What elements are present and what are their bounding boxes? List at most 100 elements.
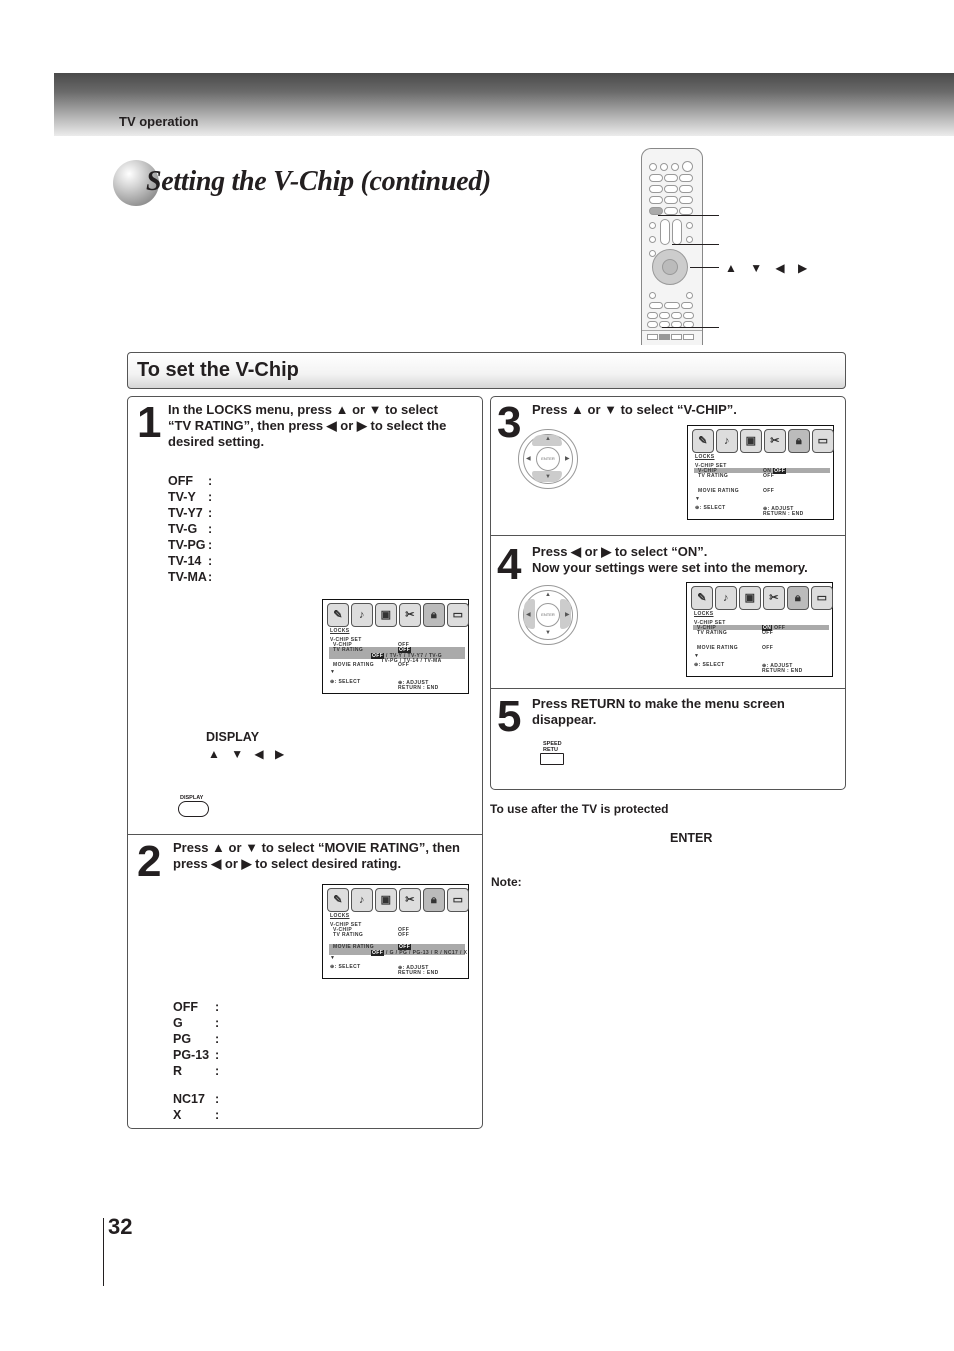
tools-icon: ✂: [399, 603, 421, 627]
step-1-number: 1: [137, 398, 162, 447]
return-key-label: SPEED RETU: [543, 741, 562, 753]
rating-row: TV-Y7:: [168, 506, 213, 520]
step-1-line-2: “TV RATING”, then press ◀ or ▶ to select…: [168, 418, 447, 433]
step-4-instruction: Press ◀ or ▶ to select “ON”. Now your se…: [532, 544, 808, 576]
step-2-line-1: Press ▲ or ▼ to select “MOVIE RATING”, t…: [173, 840, 460, 855]
callout-return-line: [662, 327, 719, 328]
lock-icon: 🔒︎: [787, 586, 809, 610]
osd-tv-rating-value: OFF: [763, 473, 775, 479]
rating-row: NC17:: [173, 1092, 220, 1106]
callout-arrows-line: [690, 267, 719, 268]
page-title: Setting the V-Chip (continued): [146, 166, 491, 197]
osd-return-hint: RETURN : END: [762, 668, 803, 674]
osd-movie-rating-label: MOVIE RATING: [333, 662, 375, 668]
step-3-instruction: Press ▲ or ▼ to select “V-CHIP”.: [532, 402, 737, 417]
rating-row: PG:: [173, 1032, 220, 1046]
tv-rating-list: OFF: TV-Y: TV-Y7: TV-G: TV-PG: TV-14: TV…: [168, 473, 212, 585]
callout-display-line: [658, 215, 719, 216]
osd-tv-rating-label: TV RATING: [333, 647, 364, 653]
osd-vchip-off-screen: ✎ ♪ ▣ ✂ 🔒︎ ▭ LOCKS V-CHIP SET V-CHIP ON OFF T…: [687, 425, 834, 520]
osd-more-icon: ▼: [330, 669, 336, 675]
audio-icon: ♪: [351, 603, 373, 627]
osd-more-icon: ▼: [694, 653, 700, 659]
osd-return-hint: RETURN : END: [763, 511, 804, 517]
setup-icon: ▣: [375, 888, 397, 912]
step-divider: [491, 535, 845, 536]
rating-row: OFF:: [168, 474, 213, 488]
step-5-line-1: Press RETURN to make the menu screen: [532, 696, 785, 711]
section-label: TV operation: [119, 114, 199, 129]
rating-row: G:: [173, 1016, 220, 1030]
picture-icon: ✎: [327, 603, 349, 627]
rating-row: TV-MA:: [168, 570, 213, 584]
osd-movie-rating-label: MOVIE RATING: [698, 488, 740, 494]
lock-icon: 🔒︎: [423, 888, 445, 912]
tape-icon: ▭: [811, 586, 833, 610]
osd-movie-rating-screen: ✎ ♪ ▣ ✂ 🔒︎ ▭ LOCKS V-CHIP SET V-CHIP OFF TV R…: [322, 884, 469, 979]
osd-movie-options: / G / PG / PG-13 / R / NC17 / X: [384, 950, 468, 956]
steps-left-panel: 1 In the LOCKS menu, press ▲ or ▼ to sel…: [127, 396, 483, 1129]
steps-right-panel: 3 Press ▲ or ▼ to select “V-CHIP”. ENTER…: [490, 396, 846, 790]
tape-icon: ▭: [812, 429, 834, 453]
osd-tv-rating-label: TV RATING: [698, 473, 729, 479]
osd-select-hint: : SELECT: [334, 679, 361, 685]
picture-icon: ✎: [692, 429, 714, 453]
note-heading: Note:: [491, 875, 522, 889]
setup-icon: ▣: [740, 429, 762, 453]
osd-more-icon: ▼: [330, 955, 336, 961]
osd-movie-rating-value: OFF: [762, 645, 774, 651]
osd-movie-rating-value: OFF: [398, 662, 410, 668]
rating-row: TV-PG:: [168, 538, 213, 552]
lock-icon: 🔒︎: [423, 603, 445, 627]
picture-icon: ✎: [327, 888, 349, 912]
setup-icon: ▣: [375, 603, 397, 627]
enter-button-label: ENTER: [536, 603, 560, 627]
step-3-number: 3: [497, 398, 522, 447]
osd-menu-icons: ✎ ♪ ▣ ✂ 🔒︎ ▭: [692, 429, 834, 453]
osd-menu-title: LOCKS: [694, 611, 714, 617]
osd-more-icon: ▼: [695, 496, 701, 502]
step-5-instruction: Press RETURN to make the menu screen dis…: [532, 696, 785, 728]
movie-rating-list: OFF: G: PG: PG-13: R: NC17: X:: [173, 999, 219, 1123]
remote-control-illustration: [641, 148, 703, 345]
osd-tv-options-2: TV-PG / TV-14 / TV-MA: [381, 658, 442, 664]
rating-row: R:: [173, 1064, 220, 1078]
section-header: To set the V-Chip: [127, 352, 846, 389]
display-button-label: DISPLAY: [206, 730, 260, 744]
osd-movie-rating-label: MOVIE RATING: [333, 944, 375, 950]
tools-icon: ✂: [399, 888, 421, 912]
osd-select-hint: : SELECT: [698, 662, 725, 668]
step-divider: [128, 834, 482, 835]
setup-icon: ▣: [739, 586, 761, 610]
display-key-icon: [178, 801, 209, 817]
step-1-instruction: In the LOCKS menu, press ▲ or ▼ to selec…: [168, 402, 480, 450]
audio-icon: ♪: [716, 429, 738, 453]
enter-label: ENTER: [670, 831, 713, 845]
tools-icon: ✂: [763, 586, 785, 610]
arrow-keys-callout: ▲ ▼ ◀ ▶: [725, 261, 813, 275]
step-4-line-1: Press ◀ or ▶ to select “ON”.: [532, 544, 708, 559]
step-1-line-1: In the LOCKS menu, press ▲ or ▼ to selec…: [168, 402, 438, 417]
osd-movie-rating-label: MOVIE RATING: [697, 645, 739, 651]
osd-menu-title: LOCKS: [330, 628, 350, 634]
step-2-line-2: press ◀ or ▶ to select desired rating.: [173, 856, 402, 871]
step-5-number: 5: [497, 692, 522, 741]
step-5-line-2: disappear.: [532, 712, 597, 727]
osd-vchip-on-screen: ✎ ♪ ▣ ✂ 🔒︎ ▭ LOCKS V-CHIP SET V-CHIP ON OFF T…: [686, 582, 833, 677]
tape-icon: ▭: [447, 603, 469, 627]
osd-menu-title: LOCKS: [695, 454, 715, 460]
dpad-up-down-icon: ENTER ▲ ▼ ◀ ▶: [518, 429, 578, 489]
rating-row: OFF:: [173, 1000, 220, 1014]
callout-enter-line: [672, 244, 719, 245]
tape-icon: ▭: [447, 888, 469, 912]
section-title: To set the V-Chip: [137, 359, 299, 381]
osd-tv-rating-screen: ✎ ♪ ▣ ✂ 🔒︎ ▭ LOCKS V-CHIP SET V-CHIP OFF TV R…: [322, 599, 469, 694]
step-1-line-3: desired setting.: [168, 434, 265, 449]
tools-icon: ✂: [764, 429, 786, 453]
osd-menu-icons: ✎ ♪ ▣ ✂ 🔒︎ ▭: [327, 603, 469, 627]
arrow-keys-label: ▲ ▼ ◀ ▶: [208, 747, 289, 761]
osd-menu-icons: ✎ ♪ ▣ ✂ 🔒︎ ▭: [691, 586, 833, 610]
rating-row: PG-13:: [173, 1048, 220, 1062]
lock-icon: 🔒︎: [788, 429, 810, 453]
osd-tv-rating-label: TV RATING: [697, 630, 728, 636]
